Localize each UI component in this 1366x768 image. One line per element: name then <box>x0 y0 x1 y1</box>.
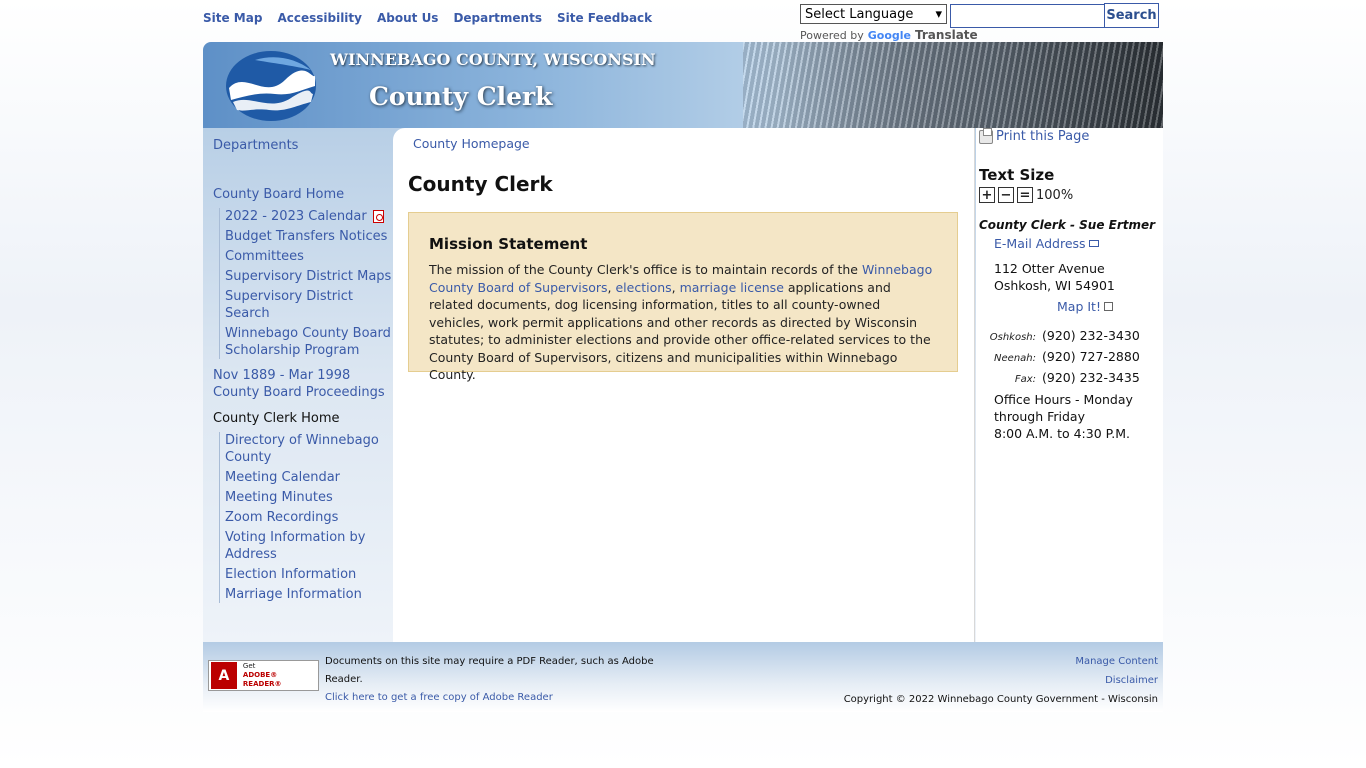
footer: A Get ADOBE® READER® Documents on this si… <box>203 642 1163 712</box>
top-nav: Site Map Accessibility About Us Departme… <box>203 11 652 25</box>
search-button[interactable]: Search <box>1104 3 1159 28</box>
left-nav-departments[interactable]: Departments <box>213 138 393 153</box>
copyright: Copyright © 2022 Winnebago County Govern… <box>843 694 1158 705</box>
map-it-link[interactable]: Map It! <box>994 299 1163 314</box>
meeting-calendar-link[interactable]: Meeting Calendar <box>225 469 393 486</box>
printer-icon <box>979 127 993 144</box>
board-proceedings-link[interactable]: Nov 1889 - Mar 1998 County Board Proceed… <box>213 367 393 401</box>
external-link-icon <box>1103 302 1113 311</box>
language-select[interactable]: Select Language ▾ <box>800 4 947 24</box>
page-body: Departments County Board Home 2022 - 202… <box>203 127 1163 642</box>
manage-content-link[interactable]: Manage Content <box>844 652 1158 671</box>
powered-by-label: Powered by <box>800 28 864 42</box>
right-sidebar: Print this Page Text Size + − = 100% Cou… <box>976 127 1163 642</box>
office-hours: Office Hours - Monday through Friday 8:0… <box>994 392 1133 441</box>
powered-by-google: Powered by Google Translate <box>800 28 978 42</box>
contact-info: E-Mail Address 112 Otter Avenue Oshkosh,… <box>979 236 1163 442</box>
elections-link[interactable]: elections <box>615 280 671 295</box>
district-search-link[interactable]: Supervisory District Search <box>225 288 393 322</box>
board-subnav: 2022 - 2023 Calendar Budget Transfers No… <box>219 208 393 359</box>
page-title: County Clerk <box>408 172 553 196</box>
banner-photo <box>743 42 1163 128</box>
address: 112 Otter Avenue Oshkosh, WI 54901 <box>994 261 1115 293</box>
phone-list: Oshkosh: (920) 232-3430 Neenah: (920) 72… <box>989 328 1163 385</box>
chevron-down-icon: ▾ <box>935 6 942 22</box>
committees-link[interactable]: Committees <box>225 248 393 265</box>
election-information-link[interactable]: Election Information <box>225 566 393 583</box>
departments-link[interactable]: Departments <box>453 11 542 25</box>
site-feedback-link[interactable]: Site Feedback <box>557 11 652 25</box>
text-size-controls: + − = 100% <box>979 187 1163 203</box>
language-select-label: Select Language <box>805 6 914 22</box>
text-size-reset-button[interactable]: = <box>1017 187 1033 203</box>
header-banner: WINNEBAGO COUNTY, WISCONSIN County Clerk <box>203 42 1163 128</box>
google-logo: Google <box>867 28 912 42</box>
voting-information-link[interactable]: Voting Information by Address <box>225 529 393 563</box>
about-us-link[interactable]: About Us <box>377 11 438 25</box>
mission-statement-box: Mission Statement The mission of the Cou… <box>408 212 958 382</box>
phone-row: Fax: (920) 232-3435 <box>1014 370 1140 385</box>
adobe-reader-link[interactable]: Click here to get a free copy of Adobe R… <box>325 692 553 703</box>
directory-link[interactable]: Directory of Winnebago County <box>225 432 393 466</box>
scholarship-program-link[interactable]: Winnebago County Board Scholarship Progr… <box>225 325 393 359</box>
text-size-title: Text Size <box>979 166 1055 184</box>
search-input[interactable] <box>950 4 1105 28</box>
clerk-subnav: Directory of Winnebago County Meeting Ca… <box>219 432 393 603</box>
main-content: County Homepage County Clerk Mission Sta… <box>393 128 975 642</box>
text-size-decrease-button[interactable]: − <box>998 187 1014 203</box>
banner-title: County Clerk <box>369 82 553 111</box>
mission-text: The mission of the County Clerk's office… <box>429 262 933 382</box>
get-adobe-reader-button[interactable]: A Get ADOBE® READER® <box>208 660 319 691</box>
text-size-increase-button[interactable]: + <box>979 187 995 203</box>
pdf-icon <box>372 210 384 223</box>
phone-row: Oshkosh: (920) 232-3430 <box>989 328 1140 343</box>
banner-county-name: WINNEBAGO COUNTY, WISCONSIN <box>330 50 656 69</box>
accessibility-link[interactable]: Accessibility <box>277 11 362 25</box>
zoom-recordings-link[interactable]: Zoom Recordings <box>225 509 393 526</box>
footer-links: Manage Content Disclaimer Copyright © 20… <box>844 652 1158 709</box>
mission-heading: Mission Statement <box>429 235 588 253</box>
budget-transfers-link[interactable]: Budget Transfers Notices <box>225 228 393 245</box>
email-link[interactable]: E-Mail Address <box>994 236 1163 251</box>
envelope-icon <box>1088 240 1099 247</box>
adobe-logo-icon: A <box>211 662 237 689</box>
clerk-name: County Clerk - Sue Ertmer <box>979 218 1156 232</box>
left-nav: Departments County Board Home 2022 - 202… <box>203 128 393 606</box>
left-nav-county-clerk-home[interactable]: County Clerk Home <box>213 411 393 426</box>
print-page-link[interactable]: Print this Page <box>979 127 1163 144</box>
pdf-reader-note: Documents on this site may require a PDF… <box>325 656 654 703</box>
disclaimer-link[interactable]: Disclaimer <box>844 671 1158 690</box>
phone-row: Neenah: (920) 727-2880 <box>994 349 1140 364</box>
site-map-link[interactable]: Site Map <box>203 11 262 25</box>
marriage-license-link[interactable]: marriage license <box>680 280 784 295</box>
left-nav-county-board-home[interactable]: County Board Home <box>213 187 393 202</box>
district-maps-link[interactable]: Supervisory District Maps <box>225 268 393 285</box>
text-size-value: 100% <box>1036 187 1074 203</box>
county-logo-icon[interactable] <box>225 50 317 122</box>
board-calendar-link[interactable]: 2022 - 2023 Calendar <box>225 208 393 225</box>
breadcrumb[interactable]: County Homepage <box>413 136 530 151</box>
translate-link[interactable]: Translate <box>915 28 978 42</box>
marriage-information-link[interactable]: Marriage Information <box>225 586 393 603</box>
meeting-minutes-link[interactable]: Meeting Minutes <box>225 489 393 506</box>
